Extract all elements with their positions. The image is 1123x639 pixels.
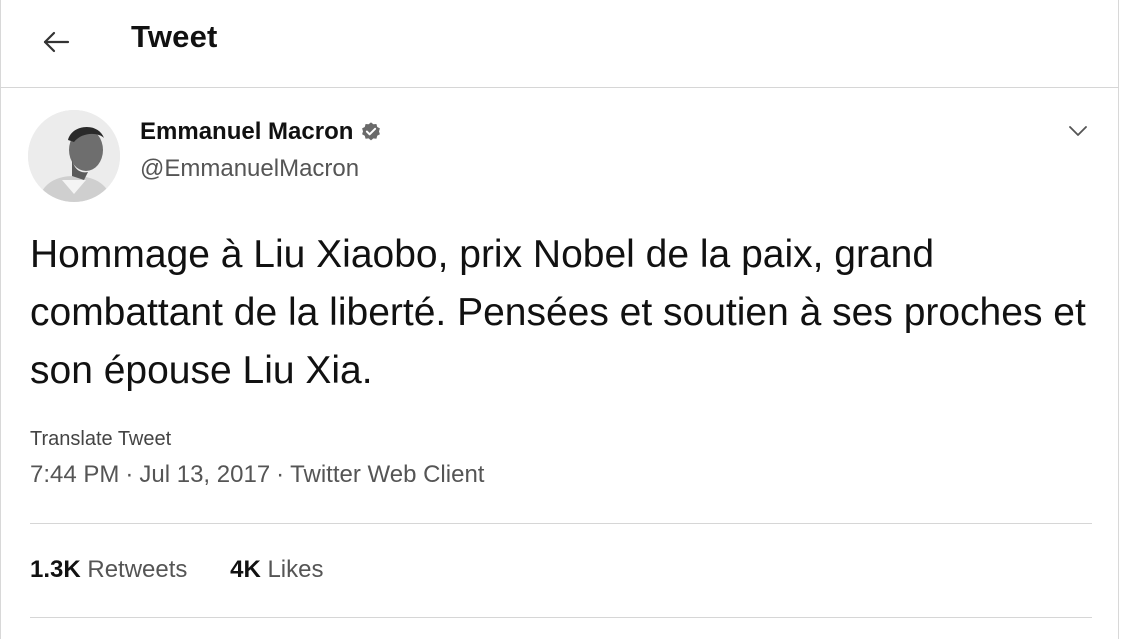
likes-label: Likes: [267, 556, 324, 583]
likes-count: 4K: [230, 556, 261, 583]
back-button[interactable]: [34, 20, 78, 64]
avatar[interactable]: [28, 110, 120, 202]
tweet-menu-button[interactable]: [1063, 116, 1093, 146]
tweet-time[interactable]: 7:44 PM: [30, 461, 119, 488]
translate-tweet-link[interactable]: Translate Tweet: [30, 428, 171, 451]
chevron-down-icon: [1069, 126, 1087, 136]
likes-stat[interactable]: 4K Likes: [230, 556, 323, 584]
retweets-count: 1.3K: [30, 556, 81, 583]
right-border: [1118, 0, 1119, 639]
tweet-metadata: 7:44 PM · Jul 13, 2017 · Twitter Web Client: [30, 461, 484, 489]
meta-separator: ·: [125, 461, 134, 488]
author-name-label: Emmanuel Macron: [140, 118, 354, 145]
meta-separator: ·: [276, 461, 285, 488]
author-handle[interactable]: @EmmanuelMacron: [140, 155, 359, 183]
page-header: Tweet: [0, 0, 1119, 88]
left-border: [0, 0, 1, 639]
tweet-date[interactable]: Jul 13, 2017: [139, 461, 270, 488]
arrow-left-icon: [43, 31, 70, 53]
author-name[interactable]: Emmanuel Macron: [140, 118, 382, 146]
divider: [30, 523, 1092, 524]
page-title: Tweet: [131, 19, 218, 54]
retweets-label: Retweets: [87, 556, 188, 583]
tweet-page: Tweet Emmanuel Macron @EmmanuelMacron Ho…: [0, 0, 1123, 639]
profile-photo-icon: [28, 110, 120, 202]
tweet-stats: 1.3K Retweets 4K Likes: [30, 556, 323, 584]
verified-badge-icon: [362, 122, 381, 141]
tweet-client[interactable]: Twitter Web Client: [290, 461, 484, 488]
divider: [30, 617, 1092, 618]
tweet-text: Hommage à Liu Xiaobo, prix Nobel de la p…: [30, 233, 1086, 392]
retweets-stat[interactable]: 1.3K Retweets: [30, 556, 187, 584]
